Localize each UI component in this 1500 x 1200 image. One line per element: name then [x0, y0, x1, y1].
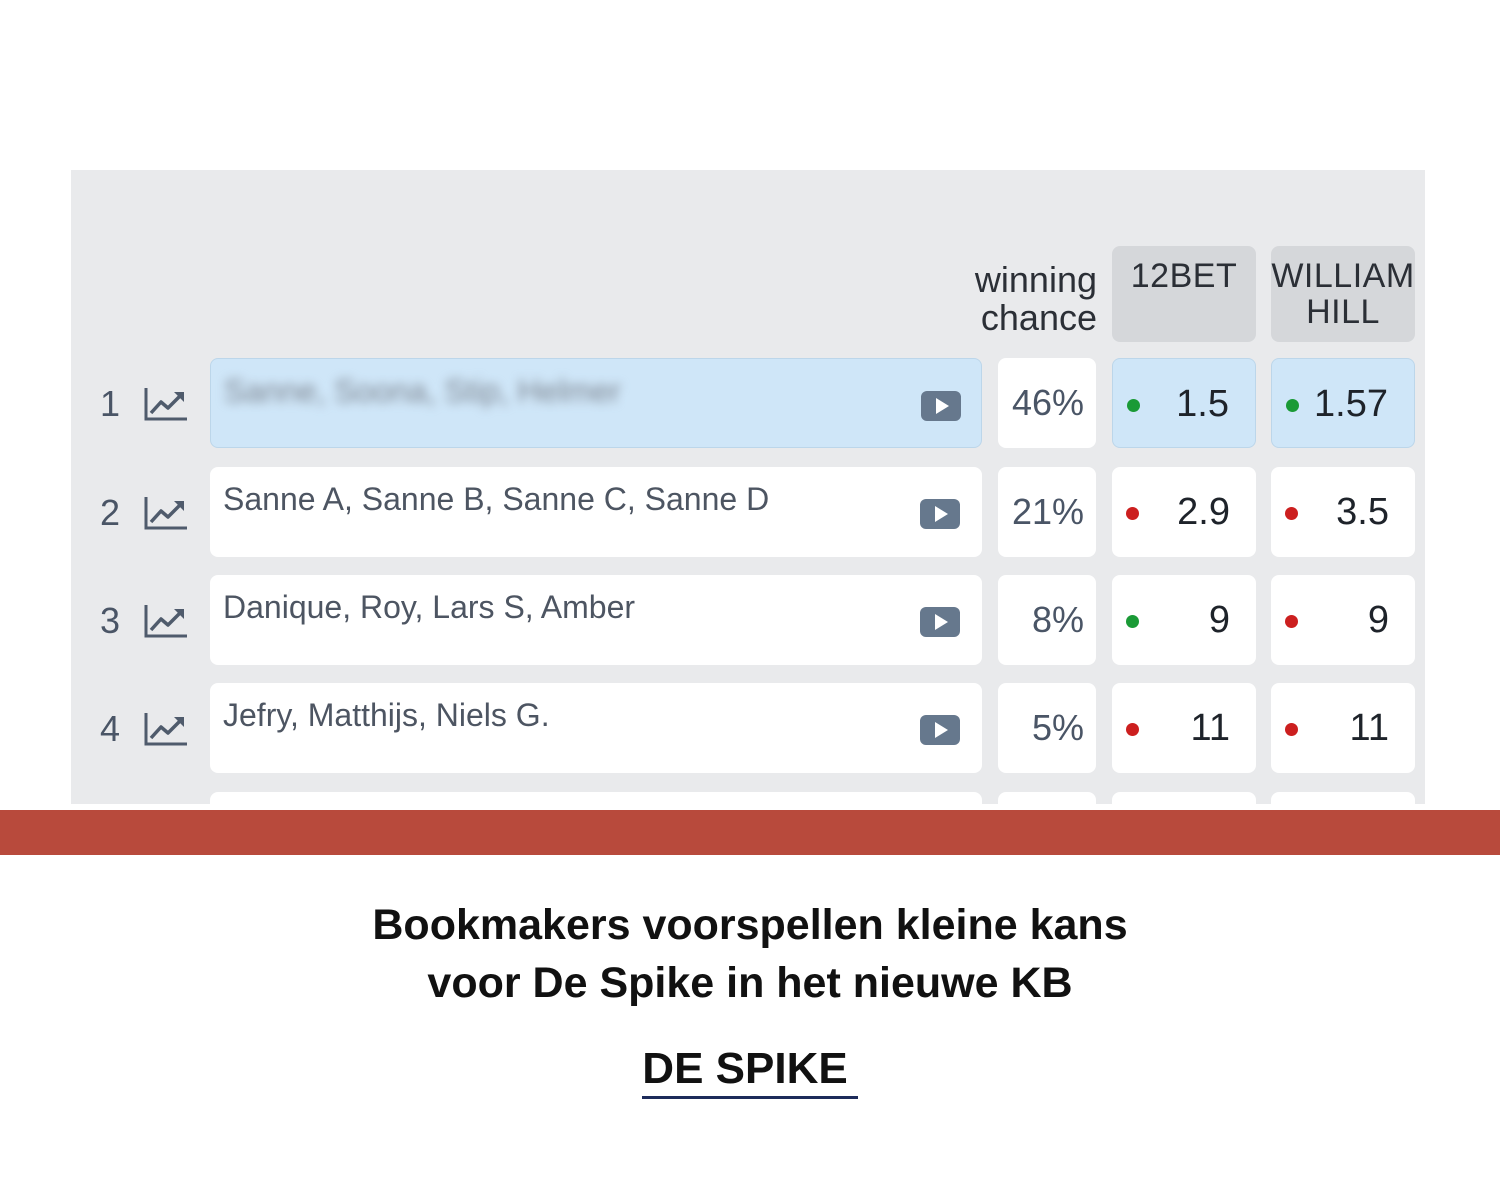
team-names: Sanne, Soona, Stip, Helmer: [224, 373, 621, 409]
team-names: Danique, Roy, Lars S, Amber: [223, 589, 636, 625]
winning-chance-value: 46%: [1011, 382, 1084, 423]
odds-cell-12bet[interactable]: 2.9: [1112, 467, 1256, 557]
team-names-cell[interactable]: Jefry, Matthijs, Niels G.: [210, 683, 982, 773]
odds-value: 9: [1208, 598, 1230, 641]
header-bookmaker-william-hill[interactable]: WILLIAM HILL: [1271, 246, 1415, 342]
header-winning-chance: winning chance: [971, 256, 1097, 342]
odds-value: 3.5: [1336, 490, 1389, 533]
trending-up-icon[interactable]: [143, 386, 189, 422]
odds-trend-dot: [1126, 615, 1139, 628]
header-bookmaker-12bet[interactable]: 12BET: [1112, 246, 1256, 342]
team-names-cell[interactable]: Sanne A, Sanne B, Sanne C, Sanne D: [210, 467, 982, 557]
winning-chance-value: 5%: [1031, 707, 1084, 748]
headline-line2: voor De Spike in het nieuwe KB: [427, 959, 1073, 1007]
odds-12bet-partial: [1112, 792, 1256, 804]
team-names: Jefry, Matthijs, Niels G.: [223, 697, 550, 733]
odds-value: 11: [1349, 706, 1389, 749]
odds-trend-dot: [1285, 723, 1298, 736]
odds-value: 1.5: [1176, 382, 1229, 425]
chance-cell-partial: [998, 792, 1096, 804]
odds-cell-william-hill[interactable]: 1.57: [1271, 358, 1415, 448]
trending-up-icon[interactable]: [143, 603, 189, 639]
odds-trend-dot: [1126, 507, 1139, 520]
odds-trend-dot: [1126, 723, 1139, 736]
header-wh-line1: WILLIAM: [1271, 257, 1415, 295]
rank-number: 3: [99, 600, 121, 641]
winning-chance-cell: 21%: [998, 467, 1096, 557]
play-icon[interactable]: [920, 607, 960, 637]
play-icon[interactable]: [920, 715, 960, 745]
play-icon[interactable]: [921, 391, 961, 421]
odds-trend-dot: [1286, 399, 1299, 412]
odds-cell-william-hill[interactable]: 11: [1271, 683, 1415, 773]
header-chance-line1: winning: [974, 259, 1097, 300]
rank-number: 1: [99, 383, 121, 424]
winning-chance-cell: 8%: [998, 575, 1096, 665]
table-row[interactable]: 3 Danique, Roy, Lars S, Amber 8% 9 9: [71, 575, 1425, 667]
odds-trend-dot: [1127, 399, 1140, 412]
brand-link[interactable]: DE SPIKE: [0, 1044, 1500, 1099]
table-row[interactable]: 1 Sanne, Soona, Stip, Helmer 46% 1.5 1.57: [71, 358, 1425, 450]
odds-cell-william-hill[interactable]: 9: [1271, 575, 1415, 665]
winning-chance-value: 8%: [1031, 599, 1084, 640]
odds-value: 11: [1190, 706, 1230, 749]
odds-cell-12bet[interactable]: 1.5: [1112, 358, 1256, 448]
odds-value: 2.9: [1177, 490, 1230, 533]
trending-up-icon[interactable]: [143, 495, 189, 531]
winning-chance-value: 21%: [1011, 491, 1084, 532]
headline: Bookmakers voorspellen kleine kans voor …: [0, 896, 1500, 1012]
odds-wh-partial: [1271, 792, 1415, 804]
odds-cell-12bet[interactable]: 11: [1112, 683, 1256, 773]
trending-up-icon[interactable]: [143, 711, 189, 747]
winning-chance-cell: 46%: [998, 358, 1096, 448]
table-row[interactable]: 4 Jefry, Matthijs, Niels G. 5% 11 11: [71, 683, 1425, 775]
table-row-partial: [71, 792, 1425, 804]
odds-trend-dot: [1285, 507, 1298, 520]
team-names-cell[interactable]: Sanne, Soona, Stip, Helmer: [210, 358, 982, 448]
odds-cell-12bet[interactable]: 9: [1112, 575, 1256, 665]
red-divider-band: [0, 810, 1500, 855]
odds-cell-william-hill[interactable]: 3.5: [1271, 467, 1415, 557]
odds-value: 9: [1367, 598, 1389, 641]
odds-trend-dot: [1285, 615, 1298, 628]
name-cell-partial: [210, 792, 982, 804]
team-names-cell[interactable]: Danique, Roy, Lars S, Amber: [210, 575, 982, 665]
brand-label: DE SPIKE: [642, 1044, 858, 1099]
winning-chance-cell: 5%: [998, 683, 1096, 773]
header-wh-line2: HILL: [1306, 293, 1380, 331]
header-chance-line2: chance: [980, 297, 1097, 338]
play-icon[interactable]: [920, 499, 960, 529]
odds-table-panel: winning chance 12BET WILLIAM HILL 1 Sanne…: [71, 170, 1425, 804]
rank-number: 4: [99, 708, 121, 749]
headline-line1: Bookmakers voorspellen kleine kans: [372, 901, 1128, 949]
header-bookmaker-12bet-label: 12BET: [1130, 257, 1238, 295]
odds-value: 1.57: [1314, 382, 1388, 425]
team-names: Sanne A, Sanne B, Sanne C, Sanne D: [223, 481, 770, 517]
rank-number: 2: [99, 492, 121, 533]
table-row[interactable]: 2 Sanne A, Sanne B, Sanne C, Sanne D 21% 2.…: [71, 467, 1425, 559]
